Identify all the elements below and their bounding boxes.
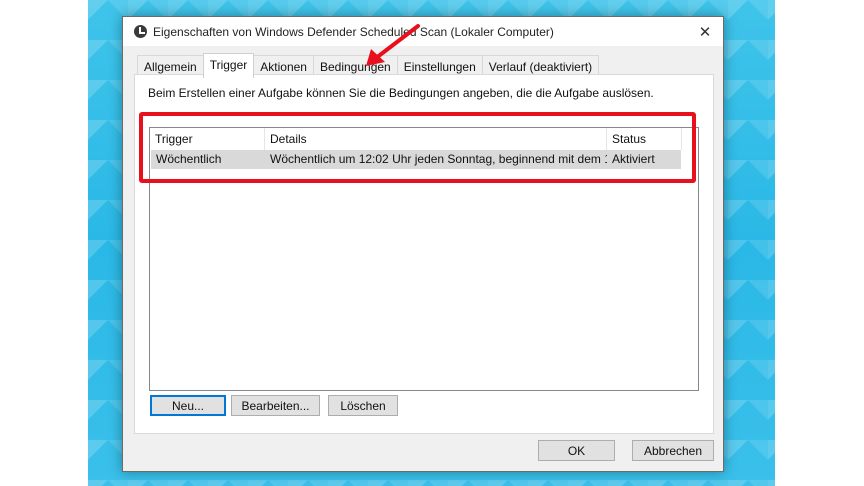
title-bar[interactable]: Eigenschaften von Windows Defender Sched… xyxy=(123,17,723,46)
delete-trigger-button[interactable]: Löschen xyxy=(328,395,398,416)
edit-trigger-button[interactable]: Bearbeiten... xyxy=(231,395,320,416)
close-button[interactable]: ✕ xyxy=(687,17,723,46)
cancel-button[interactable]: Abbrechen xyxy=(632,440,714,461)
ok-button[interactable]: OK xyxy=(538,440,615,461)
annotation-highlight-box xyxy=(139,112,696,183)
properties-dialog: Eigenschaften von Windows Defender Sched… xyxy=(122,16,724,472)
window-title: Eigenschaften von Windows Defender Sched… xyxy=(153,24,554,39)
clock-icon xyxy=(134,25,147,38)
tab-bar: Allgemein Trigger Aktionen Bedingungen E… xyxy=(137,53,600,78)
new-trigger-button[interactable]: Neu... xyxy=(150,395,226,416)
panel-description: Beim Erstellen einer Aufgabe können Sie … xyxy=(148,86,654,100)
tab-trigger[interactable]: Trigger xyxy=(202,53,255,78)
